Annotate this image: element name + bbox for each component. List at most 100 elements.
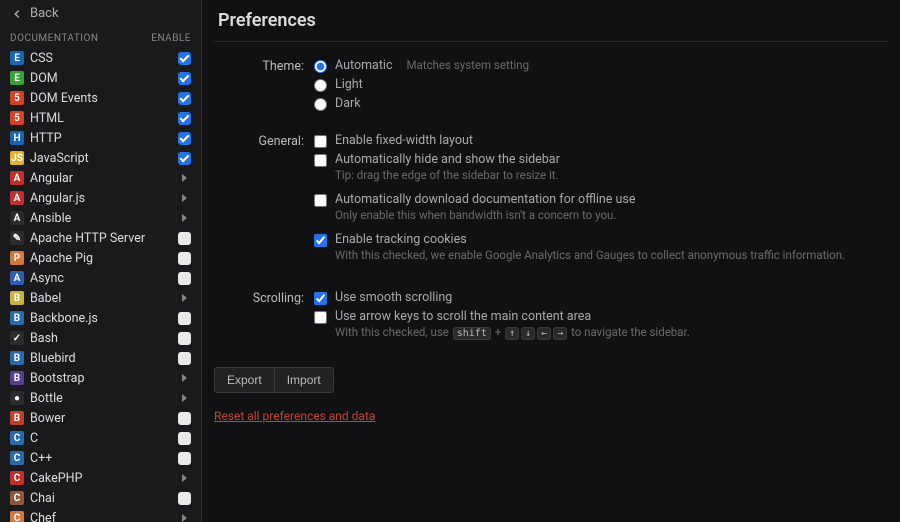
theme-option-hint: Matches system setting (407, 58, 530, 72)
enable-checkbox[interactable] (177, 131, 191, 145)
doc-row[interactable]: CChai (0, 488, 201, 508)
expand-arrow-icon[interactable] (177, 391, 191, 405)
doc-row[interactable]: CC (0, 428, 201, 448)
theme-option-label: Automatic (335, 58, 393, 73)
expand-arrow-icon[interactable] (177, 291, 191, 305)
doc-row[interactable]: BBackbone.js (0, 308, 201, 328)
expand-arrow-icon[interactable] (177, 171, 191, 185)
doc-icon: A (10, 271, 24, 285)
general-section: General: Enable fixed-width layout Automa… (214, 133, 888, 272)
general-section-label: General: (214, 133, 314, 272)
scrolling-checkbox[interactable] (314, 311, 327, 324)
theme-section: Theme: AutomaticMatches system settingLi… (214, 58, 888, 115)
enable-checkbox[interactable] (177, 51, 191, 65)
general-option[interactable]: Enable fixed-width layout (314, 133, 888, 148)
scrolling-option[interactable]: Use arrow keys to scroll the main conten… (314, 309, 888, 345)
enable-checkbox[interactable] (177, 71, 191, 85)
enable-checkbox[interactable] (177, 111, 191, 125)
doc-row[interactable]: EDOM (0, 68, 201, 88)
general-checkbox[interactable] (314, 234, 327, 247)
general-checkbox[interactable] (314, 154, 327, 167)
enable-checkbox[interactable] (177, 151, 191, 165)
kbd-key: ↓ (521, 327, 535, 340)
theme-option[interactable]: Light (314, 77, 888, 92)
general-checkbox[interactable] (314, 135, 327, 148)
enable-checkbox[interactable] (177, 351, 191, 365)
doc-label: CSS (30, 51, 171, 66)
general-option[interactable]: Automatically hide and show the sidebarT… (314, 152, 888, 188)
enable-checkbox[interactable] (177, 331, 191, 345)
doc-row[interactable]: CCakePHP (0, 468, 201, 488)
general-option[interactable]: Automatically download documentation for… (314, 192, 888, 228)
expand-arrow-icon[interactable] (177, 371, 191, 385)
enable-checkbox[interactable] (177, 411, 191, 425)
doc-row[interactable]: ●Bottle (0, 388, 201, 408)
theme-radio[interactable] (314, 98, 327, 111)
scrolling-option-label: Use arrow keys to scroll the main conten… (335, 309, 690, 324)
doc-row[interactable]: BBootstrap (0, 368, 201, 388)
doc-row[interactable]: AAsync (0, 268, 201, 288)
doc-row[interactable]: PApache Pig (0, 248, 201, 268)
expand-arrow-icon[interactable] (177, 211, 191, 225)
doc-row[interactable]: BBabel (0, 288, 201, 308)
enable-checkbox[interactable] (177, 451, 191, 465)
theme-radio[interactable] (314, 60, 327, 73)
doc-row[interactable]: ✎Apache HTTP Server (0, 228, 201, 248)
general-option-label: Automatically hide and show the sidebar (335, 152, 560, 167)
doc-row[interactable]: BBower (0, 408, 201, 428)
enable-checkbox[interactable] (177, 491, 191, 505)
reset-link[interactable]: Reset all preferences and data (214, 409, 375, 423)
back-label: Back (30, 6, 59, 21)
doc-row[interactable]: CC++ (0, 448, 201, 468)
doc-row[interactable]: AAnsible (0, 208, 201, 228)
doc-icon: C (10, 451, 24, 465)
enable-checkbox[interactable] (177, 311, 191, 325)
enable-checkbox[interactable] (177, 231, 191, 245)
doc-label: Apache Pig (30, 251, 171, 266)
expand-arrow-icon[interactable] (177, 471, 191, 485)
scrolling-checkbox[interactable] (314, 292, 327, 305)
doc-row[interactable]: CChef (0, 508, 201, 522)
doc-icon: 5 (10, 111, 24, 125)
general-option-hint: Tip: drag the edge of the sidebar to res… (335, 168, 560, 182)
doc-row[interactable]: HHTTP (0, 128, 201, 148)
doc-icon: C (10, 511, 24, 522)
export-button[interactable]: Export (214, 367, 275, 393)
doc-row[interactable]: 5DOM Events (0, 88, 201, 108)
doc-icon: B (10, 371, 24, 385)
main-content: Preferences Theme: AutomaticMatches syst… (202, 0, 900, 522)
doc-label: Angular (30, 171, 171, 186)
doc-icon: ✎ (10, 231, 24, 245)
doc-icon: E (10, 71, 24, 85)
import-export-buttons: Export Import (214, 367, 888, 393)
expand-arrow-icon[interactable] (177, 511, 191, 522)
general-checkbox[interactable] (314, 194, 327, 207)
doc-row[interactable]: JSJavaScript (0, 148, 201, 168)
enable-checkbox[interactable] (177, 251, 191, 265)
theme-options: Automatic Matches system setting Light Dark (314, 58, 888, 115)
enable-checkbox[interactable] (177, 91, 191, 105)
expand-arrow-icon[interactable] (177, 191, 191, 205)
doc-icon: C (10, 431, 24, 445)
scrolling-option[interactable]: Use smooth scrolling (314, 290, 888, 305)
theme-option[interactable]: Dark (314, 96, 888, 111)
doc-row[interactable]: AAngular.js (0, 188, 201, 208)
sidebar-header: DOCUMENTATION ENABLE (0, 27, 201, 48)
theme-option[interactable]: Automatic Matches system setting (314, 58, 888, 73)
page-title: Preferences (214, 0, 888, 42)
theme-radio[interactable] (314, 79, 327, 92)
doc-row[interactable]: BBluebird (0, 348, 201, 368)
back-button[interactable]: Back (0, 0, 201, 27)
kbd-key: ← (537, 327, 551, 340)
doc-icon: 5 (10, 91, 24, 105)
doc-row[interactable]: ✓Bash (0, 328, 201, 348)
enable-checkbox[interactable] (177, 431, 191, 445)
doc-row[interactable]: ECSS (0, 48, 201, 68)
doc-row[interactable]: AAngular (0, 168, 201, 188)
general-option[interactable]: Enable tracking cookiesWith this checked… (314, 232, 888, 268)
scrolling-option-hint: With this checked, use shift + ↑↓←→ to n… (335, 325, 690, 339)
scrolling-section: Scrolling: Use smooth scrollingUse arrow… (214, 290, 888, 349)
import-button[interactable]: Import (275, 367, 334, 393)
enable-checkbox[interactable] (177, 271, 191, 285)
doc-row[interactable]: 5HTML (0, 108, 201, 128)
